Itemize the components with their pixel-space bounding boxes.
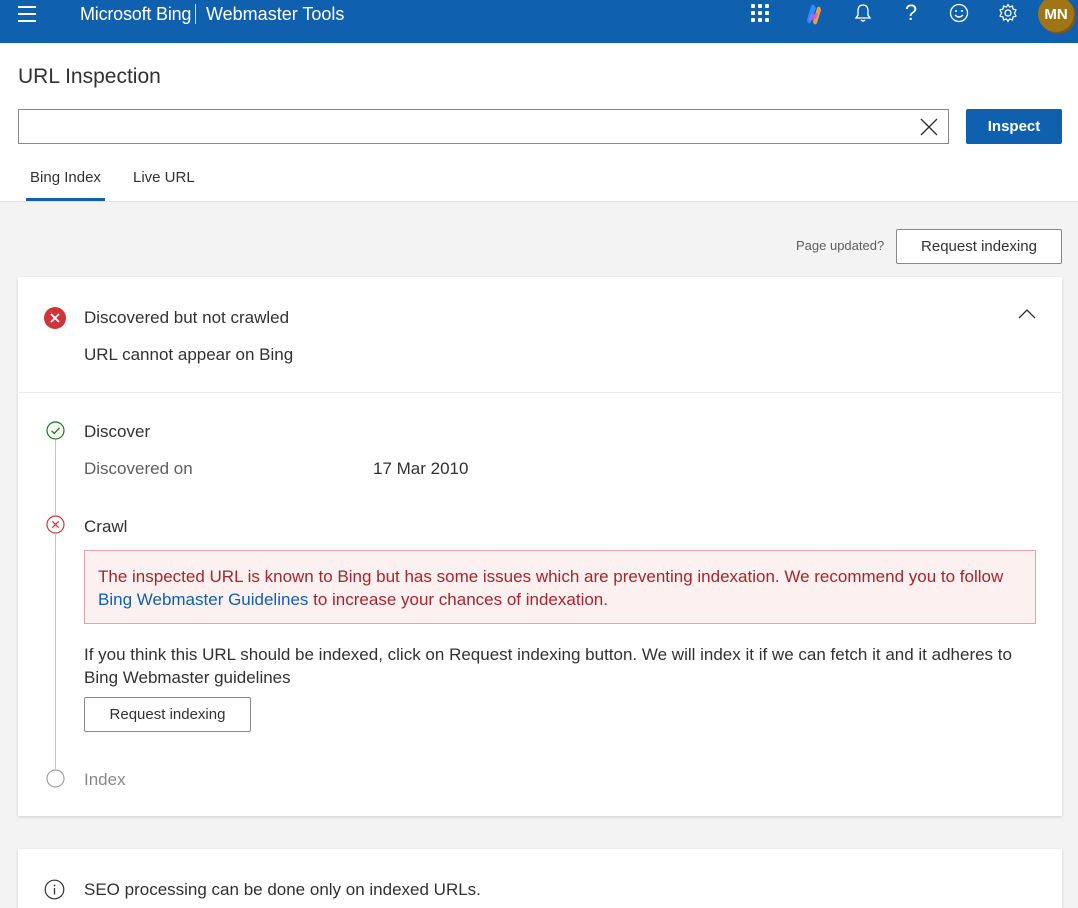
help-icon[interactable]: ? xyxy=(896,0,926,26)
webmaster-guidelines-link[interactable]: Bing Webmaster Guidelines xyxy=(98,590,308,609)
seo-info-card: SEO processing can be done only on index… xyxy=(18,849,1062,908)
brand-name[interactable]: Microsoft Bing xyxy=(80,3,191,25)
feedback-smiley-icon[interactable] xyxy=(944,0,974,26)
crawl-error-alert: The inspected URL is known to Bing but h… xyxy=(84,550,1036,624)
discovered-on-value: 17 Mar 2010 xyxy=(373,459,469,478)
index-step-title: Index xyxy=(84,770,126,789)
alert-text-before: The inspected URL is known to Bing but h… xyxy=(98,567,1004,586)
empty-circle-icon xyxy=(46,769,65,788)
chevron-up-icon[interactable] xyxy=(1018,307,1036,319)
info-icon xyxy=(44,879,65,900)
discovered-on-label: Discovered on xyxy=(84,459,193,478)
copilot-icon[interactable] xyxy=(800,2,826,26)
clear-icon[interactable] xyxy=(920,118,938,136)
url-search-box[interactable] xyxy=(18,109,949,144)
product-name[interactable]: Webmaster Tools xyxy=(206,3,344,25)
tab-live-url[interactable]: Live URL xyxy=(133,163,195,201)
request-indexing-note: If you think this URL should be indexed,… xyxy=(84,645,1012,687)
page-title: URL Inspection xyxy=(18,65,161,88)
tab-bing-index[interactable]: Bing Index xyxy=(26,163,105,201)
timeline-line xyxy=(55,440,56,770)
status-subtitle: URL cannot appear on Bing xyxy=(84,345,294,364)
request-indexing-inline-button[interactable]: Request indexing xyxy=(84,697,251,732)
inspection-header: URL Inspection Inspect Bing Index Live U… xyxy=(0,43,1078,202)
error-status-icon xyxy=(44,307,66,329)
app-launcher-icon[interactable] xyxy=(751,4,769,22)
user-avatar[interactable]: MN xyxy=(1038,0,1074,32)
crawl-step-title: Crawl xyxy=(84,517,128,536)
error-circle-icon xyxy=(46,515,65,534)
inspect-button[interactable]: Inspect xyxy=(966,109,1062,144)
request-indexing-button[interactable]: Request indexing xyxy=(896,229,1062,264)
page-updated-label: Page updated? xyxy=(796,238,885,253)
status-title: Discovered but not crawled xyxy=(84,308,290,327)
inspection-result-card: Discovered but not crawled URL cannot ap… xyxy=(18,277,1062,816)
menu-icon[interactable] xyxy=(14,4,40,24)
top-navigation-bar: Microsoft Bing Webmaster Tools ? MN xyxy=(0,0,1078,43)
check-circle-icon xyxy=(46,421,65,440)
alert-text-after: to increase your chances of indexation. xyxy=(308,590,608,609)
seo-info-text: SEO processing can be done only on index… xyxy=(84,880,481,899)
url-input[interactable] xyxy=(19,110,899,143)
settings-gear-icon[interactable] xyxy=(993,0,1023,26)
notifications-bell-icon[interactable] xyxy=(848,0,878,26)
discover-step-title: Discover xyxy=(84,422,151,441)
microsoft-logo-icon xyxy=(53,3,74,24)
brand-divider xyxy=(195,4,196,24)
status-summary[interactable]: Discovered but not crawled URL cannot ap… xyxy=(18,277,1062,393)
